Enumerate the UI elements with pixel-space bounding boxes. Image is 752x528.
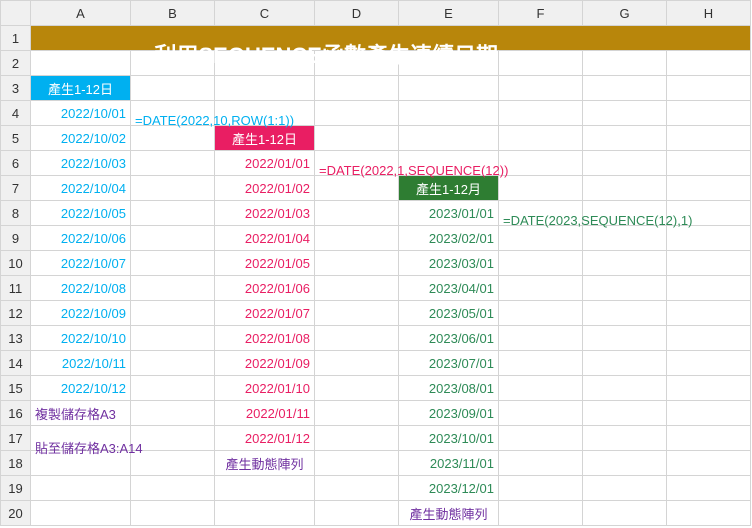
cell[interactable] bbox=[31, 51, 131, 76]
col-header[interactable]: F bbox=[499, 1, 583, 26]
formula-cell[interactable]: =DATE(2022,1,SEQUENCE(12)) bbox=[315, 151, 399, 176]
date-cell[interactable]: 2022/10/01 bbox=[31, 101, 131, 126]
date-cell[interactable]: 2022/10/04 bbox=[31, 176, 131, 201]
row-header[interactable]: 9 bbox=[1, 226, 31, 251]
column-header-row: A B C D E F G H bbox=[1, 1, 751, 26]
row-header[interactable]: 8 bbox=[1, 201, 31, 226]
title-cell bbox=[31, 26, 131, 51]
corner-cell bbox=[1, 1, 31, 26]
col-header[interactable]: E bbox=[399, 1, 499, 26]
formula-cell[interactable]: =DATE(2022,10,ROW(1:1)) bbox=[131, 101, 215, 126]
badge-blue[interactable]: 產生1-12日 bbox=[31, 76, 131, 101]
row-header[interactable]: 19 bbox=[1, 476, 31, 501]
badge-pink[interactable]: 產生1-12日 bbox=[215, 126, 315, 151]
row-header[interactable]: 15 bbox=[1, 376, 31, 401]
date-cell[interactable]: 2022/01/03 bbox=[215, 201, 315, 226]
note-dynamic[interactable]: 產生動態陣列 bbox=[399, 501, 499, 526]
row-header[interactable]: 3 bbox=[1, 76, 31, 101]
spreadsheet: A B C D E F G H 1 利用SEQUENCE函數產生連續日期 2 3… bbox=[0, 0, 751, 526]
date-cell[interactable]: 2022/01/01 bbox=[215, 151, 315, 176]
note-paste[interactable]: 貼至儲存格A3:A14 bbox=[31, 426, 131, 451]
row-header[interactable]: 20 bbox=[1, 501, 31, 526]
date-cell[interactable]: 2022/10/02 bbox=[31, 126, 131, 151]
row-header[interactable]: 13 bbox=[1, 326, 31, 351]
date-cell[interactable]: 2022/10/03 bbox=[31, 151, 131, 176]
note-copy[interactable]: 複製儲存格A3 bbox=[31, 401, 131, 426]
row-header[interactable]: 11 bbox=[1, 276, 31, 301]
col-header[interactable]: H bbox=[667, 1, 751, 26]
row-header[interactable]: 4 bbox=[1, 101, 31, 126]
col-header[interactable]: B bbox=[131, 1, 215, 26]
row-header[interactable]: 10 bbox=[1, 251, 31, 276]
row-header[interactable]: 5 bbox=[1, 126, 31, 151]
badge-green[interactable]: 產生1-12月 bbox=[399, 176, 499, 201]
date-cell[interactable]: 2022/10/05 bbox=[31, 201, 131, 226]
date-cell[interactable]: 2022/01/02 bbox=[215, 176, 315, 201]
note-dynamic[interactable]: 產生動態陣列 bbox=[215, 451, 315, 476]
col-header[interactable]: C bbox=[215, 1, 315, 26]
row-header[interactable]: 17 bbox=[1, 426, 31, 451]
row-header[interactable]: 6 bbox=[1, 151, 31, 176]
row-header[interactable]: 14 bbox=[1, 351, 31, 376]
row-header[interactable]: 2 bbox=[1, 51, 31, 76]
row-header[interactable]: 7 bbox=[1, 176, 31, 201]
row-header[interactable]: 1 bbox=[1, 26, 31, 51]
col-header[interactable]: G bbox=[583, 1, 667, 26]
row-header[interactable]: 16 bbox=[1, 401, 31, 426]
date-cell[interactable]: 2023/01/01 bbox=[399, 201, 499, 226]
col-header[interactable]: D bbox=[315, 1, 399, 26]
formula-cell[interactable]: =DATE(2023,SEQUENCE(12),1) bbox=[499, 201, 583, 226]
row-header[interactable]: 18 bbox=[1, 451, 31, 476]
page-title: 利用SEQUENCE函數產生連續日期 bbox=[155, 38, 498, 70]
col-header[interactable]: A bbox=[31, 1, 131, 26]
row-header[interactable]: 12 bbox=[1, 301, 31, 326]
